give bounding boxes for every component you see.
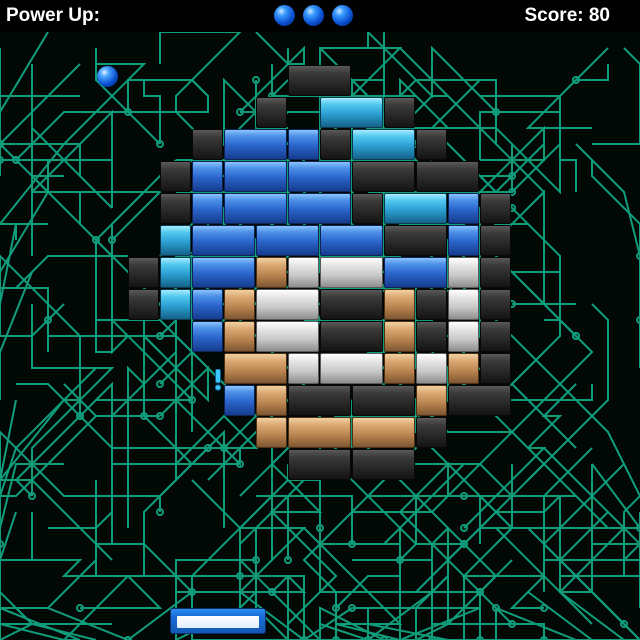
brick-cyan: [160, 289, 191, 320]
brick-cyan: [352, 129, 415, 160]
brick-tan: [416, 385, 447, 416]
brick-tan: [224, 289, 255, 320]
brick-blue: [448, 225, 479, 256]
brick-tan: [384, 289, 415, 320]
brick-tan: [256, 257, 287, 288]
brick-blue: [288, 161, 351, 192]
brick-dark: [416, 321, 447, 352]
brick-blue: [224, 193, 287, 224]
brick-cyan: [320, 97, 383, 128]
brick-tan: [384, 353, 415, 384]
brick-silver: [448, 321, 479, 352]
score-label: Score: 80: [524, 5, 610, 26]
brick-dark: [384, 97, 415, 128]
brick-blue: [448, 193, 479, 224]
brick-dark: [288, 65, 351, 96]
brick-dark: [480, 257, 511, 288]
brick-tan: [224, 321, 255, 352]
brick-blue: [192, 225, 255, 256]
brick-blue: [224, 161, 287, 192]
paddle[interactable]: [170, 608, 266, 634]
brick-tan: [224, 353, 287, 384]
brick-dark: [416, 417, 447, 448]
brick-tan: [256, 417, 287, 448]
brick-silver: [448, 257, 479, 288]
hud-bar: Power Up: Score: 80: [0, 0, 640, 32]
brick-cyan: [160, 225, 191, 256]
brick-dark: [416, 129, 447, 160]
brick-dark: [416, 289, 447, 320]
powerup-label: Power Up:: [6, 5, 100, 26]
brick-dark: [192, 129, 223, 160]
ball-icon: [97, 66, 118, 87]
life-ball-icon: [274, 5, 295, 26]
brick-dark: [480, 353, 511, 384]
brick-dark: [352, 161, 415, 192]
brick-tan: [384, 321, 415, 352]
brick-dark: [320, 129, 351, 160]
brick-dark: [288, 449, 351, 480]
brick-dark: [480, 193, 511, 224]
brick-blue: [288, 129, 319, 160]
brick-dark: [416, 161, 479, 192]
brick-dark: [352, 193, 383, 224]
brick-dark: [160, 193, 191, 224]
brick-blue: [320, 225, 383, 256]
brick-dark: [288, 385, 351, 416]
brick-tan: [448, 353, 479, 384]
life-ball-icon: [303, 5, 324, 26]
brick-dark: [480, 289, 511, 320]
brick-blue: [224, 385, 255, 416]
brick-blue: [256, 225, 319, 256]
exclamation-powerup-icon: [214, 369, 222, 391]
brick-silver: [288, 257, 319, 288]
brick-blue: [288, 193, 351, 224]
brick-dark: [384, 225, 447, 256]
brick-silver: [416, 353, 447, 384]
brick-tan: [256, 385, 287, 416]
brick-cyan: [384, 193, 447, 224]
brick-dark: [352, 449, 415, 480]
brick-silver: [448, 289, 479, 320]
brick-dark: [160, 161, 191, 192]
brick-dark: [480, 321, 511, 352]
game-board[interactable]: [0, 32, 640, 640]
brick-silver: [256, 289, 319, 320]
life-ball-icon: [332, 5, 353, 26]
brick-dark: [320, 289, 383, 320]
brick-dark: [480, 225, 511, 256]
brick-dark: [128, 289, 159, 320]
brick-silver: [320, 353, 383, 384]
brick-silver: [288, 353, 319, 384]
brick-silver: [320, 257, 383, 288]
brick-blue: [192, 321, 223, 352]
brick-dark: [256, 97, 287, 128]
brick-blue: [192, 161, 223, 192]
brick-blue: [192, 257, 255, 288]
brick-tan: [288, 417, 351, 448]
brick-blue: [384, 257, 447, 288]
brick-blue: [224, 129, 287, 160]
brick-dark: [448, 385, 511, 416]
brick-dark: [320, 321, 383, 352]
brick-cyan: [160, 257, 191, 288]
brick-blue: [192, 289, 223, 320]
brick-dark: [128, 257, 159, 288]
brick-tan: [352, 417, 415, 448]
brick-dark: [352, 385, 415, 416]
brick-silver: [256, 321, 319, 352]
brick-blue: [192, 193, 223, 224]
